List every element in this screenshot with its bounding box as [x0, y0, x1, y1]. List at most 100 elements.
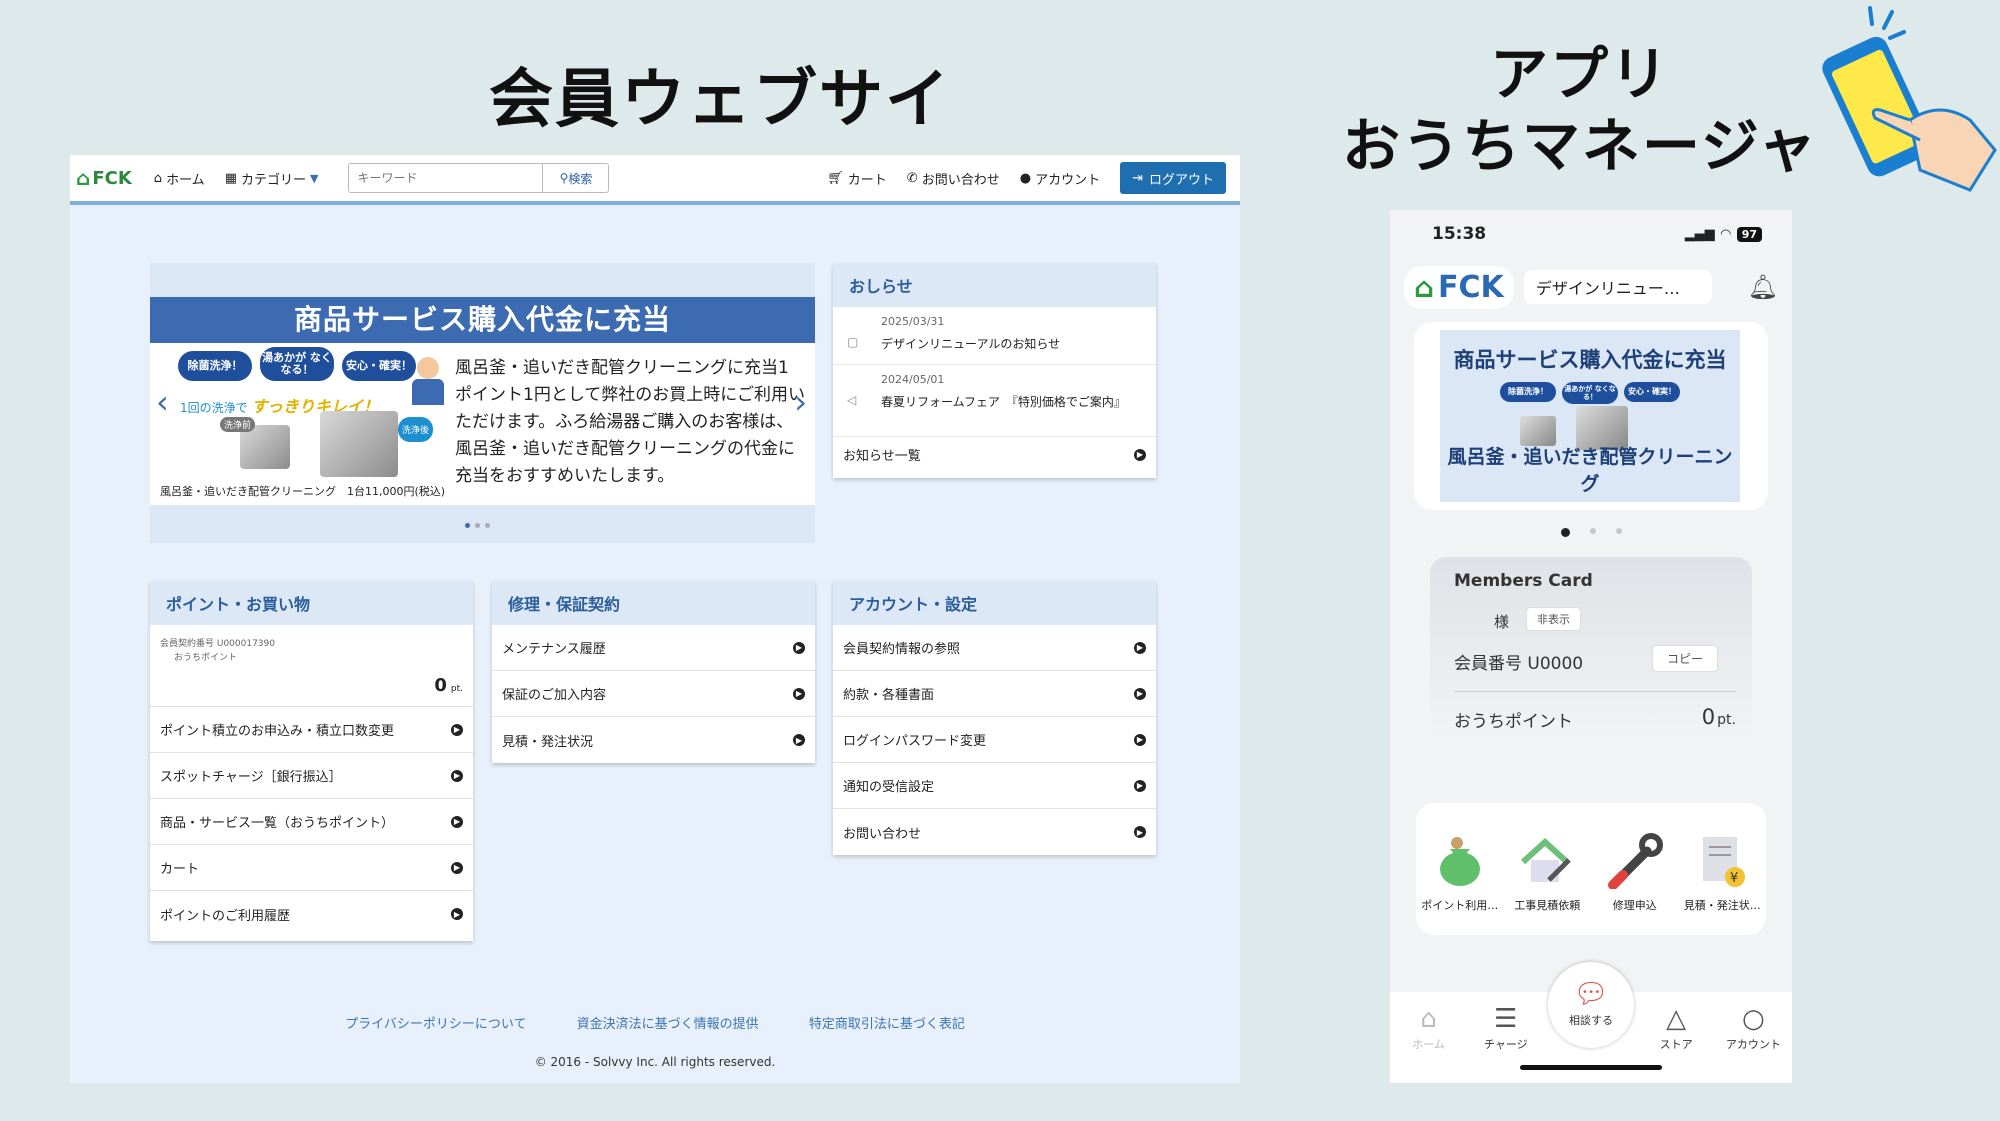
tab-store[interactable]: △ ストア — [1641, 1002, 1711, 1083]
footer-link-payment-act[interactable]: 資金決済法に基づく情報の提供 — [577, 1017, 759, 1032]
chevron-right-icon: ▶ — [1134, 448, 1146, 461]
notice-ticker[interactable]: デザインリニュー… — [1523, 270, 1712, 304]
chevron-right-icon: ▶ — [451, 769, 463, 782]
news-item[interactable]: 2024/05/01 春夏リフォームフェア 『特別価格でご案内』 ◁ — [833, 365, 1156, 437]
menu-row[interactable]: お問い合わせ ▶ — [833, 809, 1156, 855]
nav-contact-label: お問い合わせ — [921, 172, 1000, 188]
grid-icon: ▦ — [224, 170, 237, 186]
carousel-dot[interactable] — [465, 523, 470, 528]
chevron-right-icon: ▶ — [793, 734, 805, 746]
menu-row-label: ポイントのご利用履歴 — [160, 908, 291, 924]
nav-cart-label: カート — [847, 172, 887, 188]
quick-action-points[interactable]: ポイント利用… — [1418, 833, 1502, 913]
quick-action-repair[interactable]: 修理申込 — [1593, 833, 1677, 913]
menu-row[interactable]: スポットチャージ［銀行振込］ ▶ — [150, 753, 473, 799]
search-bar: ⚲検索 — [348, 163, 610, 193]
chevron-right-icon: ▶ — [793, 687, 805, 700]
app-banner-carousel[interactable]: 商品サービス購入代金に充当 除菌洗浄！ 湯あかが なくなる！ 安心・確実！ 風呂… — [1414, 322, 1768, 510]
app-banner-badges: 除菌洗浄！ 湯あかが なくなる！ 安心・確実！ — [1440, 382, 1740, 404]
wifi-icon: ◠ — [1720, 226, 1731, 242]
menu-row[interactable]: 見積・発注状況 ▶ — [492, 717, 815, 763]
points-number: 0 — [434, 675, 447, 696]
members-card-title: Members Card — [1454, 571, 1593, 591]
news-item[interactable]: 2025/03/31 デザインリニューアルのお知らせ ▢ — [833, 307, 1156, 365]
tab-home[interactable]: ⌂ ホーム — [1394, 1002, 1464, 1083]
divider — [1454, 691, 1736, 692]
news-all-link[interactable]: お知らせ一覧 ▶ — [833, 437, 1156, 472]
search-input[interactable] — [348, 163, 544, 193]
hide-button[interactable]: 非表示 — [1526, 607, 1581, 631]
menu-row[interactable]: ポイントのご利用履歴 ▶ — [150, 891, 473, 937]
carousel-dot[interactable] — [1615, 528, 1622, 534]
house-logo-icon: ⌂ — [1414, 270, 1435, 304]
menu-row[interactable]: 約款・各種書面 ▶ — [833, 671, 1156, 717]
nav-cart[interactable]: 🛒︎ カート — [827, 169, 887, 188]
carousel-prev-icon[interactable]: ‹ — [156, 383, 169, 421]
promo-banner-carousel[interactable]: 商品サービス購入代金に充当 除菌洗浄！ 湯あかが なくなる！ 安心・確実！ 1回… — [150, 263, 815, 543]
fck-logo[interactable]: ⌂ FCK — [76, 166, 132, 190]
menu-row[interactable]: 会員契約情報の参照 ▶ — [833, 625, 1156, 671]
badge-safe: 安心・確実！ — [1624, 382, 1680, 402]
points-unit: pt. — [450, 684, 463, 694]
money-bag-icon — [1418, 833, 1502, 889]
nav-contact[interactable]: ✆ お問い合わせ — [907, 169, 1000, 188]
menu-row-label: 約款・各種書面 — [843, 688, 935, 703]
copy-button[interactable]: コピー — [1652, 645, 1719, 672]
quick-action-quote-status[interactable]: ¥ 見積・発注状… — [1680, 833, 1764, 913]
menu-row[interactable]: 保証のご加入内容 ▶ — [492, 671, 815, 717]
menu-row[interactable]: 商品・サービス一覧（おうちポイント） ▶ — [150, 799, 473, 845]
menu-row-label: カート — [160, 862, 200, 877]
signal-icon: ▂▄▆ — [1684, 226, 1715, 242]
cart-icon: 🛒︎ — [827, 170, 844, 186]
banner-body: 除菌洗浄！ 湯あかが なくなる！ 安心・確実！ 1回の洗浄で すっきりキレイ！ … — [150, 343, 815, 505]
quick-action-label: 修理申込 — [1612, 899, 1657, 912]
logout-button[interactable]: ⇥ ログアウト — [1120, 162, 1226, 194]
menu-row-label: メンテナンス履歴 — [502, 642, 606, 657]
points-shopping-card: ポイント・お買い物 会員契約番号 U000017390 おうちポイント 0 pt.… — [150, 581, 473, 941]
carousel-dot[interactable] — [1560, 528, 1570, 537]
footer-link-privacy[interactable]: プライバシーポリシーについて — [345, 1017, 526, 1032]
book-icon: ▢ — [847, 335, 859, 349]
nav-home[interactable]: ⌂ ホーム — [154, 169, 205, 188]
phone-icon: ✆ — [906, 170, 918, 186]
nav-category[interactable]: ▦ カテゴリー ▼ — [225, 169, 319, 188]
members-card: Members Card 様 非表示 会員番号 U0000 コピー おうちポイン… — [1430, 557, 1752, 751]
user-icon: ○ — [1742, 1004, 1765, 1034]
nav-account[interactable]: ● アカウント — [1020, 169, 1100, 188]
user-icon: ● — [1019, 170, 1032, 186]
points-number: 0 — [1701, 705, 1716, 729]
before-label: 洗浄前 — [220, 417, 256, 432]
menu-row[interactable]: メンテナンス履歴 ▶ — [492, 625, 815, 671]
tab-account[interactable]: ○ アカウント — [1718, 1002, 1788, 1083]
quick-action-estimate[interactable]: 工事見積依頼 — [1505, 833, 1589, 913]
nav-right-group: 🛒︎ カート ✆ お問い合わせ ● アカウント ⇥ ログアウト — [827, 162, 1234, 194]
tab-home-label: ホーム — [1412, 1038, 1445, 1051]
repair-warranty-card: 修理・保証契約 メンテナンス履歴 ▶ 保証のご加入内容 ▶ 見積・発注状況 ▶ — [492, 581, 815, 763]
news-title: 春夏リフォームフェア 『特別価格でご案内』 — [881, 395, 1126, 409]
news-header: おしらせ — [833, 263, 1156, 307]
footer-link-commercial-act[interactable]: 特定商取引法に基づく表記 — [809, 1017, 965, 1032]
carousel-dot[interactable] — [475, 523, 480, 528]
tab-charge[interactable]: ☰ チャージ — [1471, 1002, 1541, 1083]
house-logo-icon: ⌂ — [76, 166, 91, 190]
carousel-dots — [465, 523, 490, 528]
menu-row[interactable]: ポイント積立のお申込み・積立口数変更 ▶ — [150, 707, 473, 753]
carousel-dot[interactable] — [1589, 528, 1596, 534]
bag-icon: △ — [1666, 1004, 1687, 1034]
status-indicators: ▂▄▆ ◠ 97 — [1684, 226, 1762, 242]
badge-scale-removal: 湯あかが なくなる！ — [260, 347, 334, 381]
consult-label: 相談する — [1569, 1014, 1613, 1027]
menu-row[interactable]: ログインパスワード変更 ▶ — [833, 717, 1156, 763]
member-number: 会員契約番号 U000017390 — [160, 639, 275, 649]
carousel-dot[interactable] — [485, 523, 490, 528]
tap-spark-lines-icon — [1868, 6, 1906, 40]
consult-button[interactable]: 💬︎ 相談する — [1548, 962, 1634, 1048]
menu-row-label: 保証のご加入内容 — [502, 688, 607, 703]
carousel-next-icon[interactable]: › — [794, 383, 807, 421]
menu-row[interactable]: カート ▶ — [150, 845, 473, 891]
menu-row-label: 見積・発注状況 — [502, 734, 594, 750]
menu-row[interactable]: 通知の受信設定 ▶ — [833, 763, 1156, 809]
search-button-label: 検索 — [568, 171, 593, 186]
search-button[interactable]: ⚲ 検索 — [543, 163, 610, 193]
bell-icon[interactable]: 🔔︎ — [1748, 273, 1778, 301]
